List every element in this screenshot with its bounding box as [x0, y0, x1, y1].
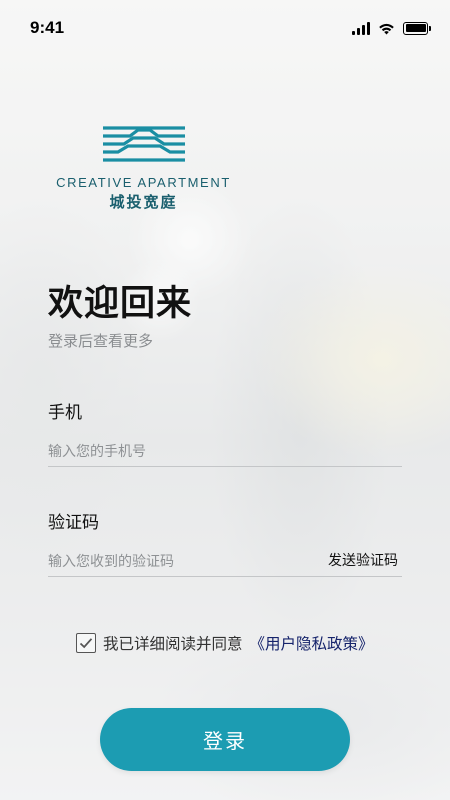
login-screen: CREATIVE APARTMENT 城投宽庭 欢迎回来 登录后查看更多 手机 …	[0, 0, 450, 800]
logo-english-text: CREATIVE APARTMENT	[56, 175, 231, 190]
welcome-title: 欢迎回来	[48, 284, 193, 324]
phone-input[interactable]	[48, 437, 402, 467]
wifi-icon	[379, 23, 394, 34]
agreement-checkbox[interactable]	[76, 633, 96, 653]
signal-icon	[352, 21, 370, 35]
brand-logo: CREATIVE APARTMENT 城投宽庭	[46, 125, 241, 212]
status-time: 9:41	[30, 18, 65, 37]
agreement-row: 我已详细阅读并同意 《用户隐私政策》	[76, 632, 374, 654]
agreement-text: 我已详细阅读并同意	[103, 635, 243, 653]
logo-chinese-text: 城投宽庭	[109, 193, 178, 211]
battery-icon	[403, 21, 431, 35]
phone-label: 手机	[48, 403, 82, 423]
status-icons	[352, 21, 431, 35]
checkmark-icon	[79, 638, 93, 649]
login-button[interactable]: 登录	[100, 708, 350, 771]
welcome-subtitle: 登录后查看更多	[48, 332, 154, 350]
status-bar: 9:41	[0, 0, 450, 56]
send-code-button[interactable]: 发送验证码	[328, 550, 398, 570]
privacy-policy-link[interactable]: 《用户隐私政策》	[250, 632, 374, 654]
building-logo-icon	[102, 126, 185, 162]
code-label: 验证码	[48, 513, 99, 533]
